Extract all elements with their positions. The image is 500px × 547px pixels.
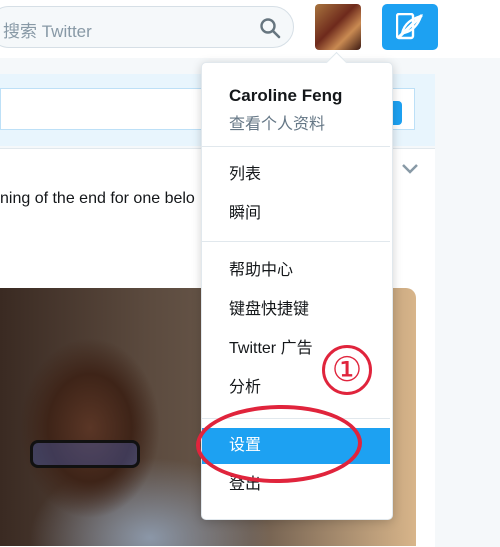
menu-item-help-center[interactable]: 帮助中心 [202, 253, 390, 289]
chevron-down-icon[interactable] [400, 162, 420, 176]
annotation-step-number: ① [322, 345, 372, 395]
photo-glasses-detail [30, 440, 140, 468]
menu-divider [202, 146, 390, 147]
menu-item-moments[interactable]: 瞬间 [202, 196, 390, 232]
profile-name[interactable]: Caroline Feng [229, 86, 342, 106]
view-profile-link[interactable]: 查看个人资料 [229, 110, 325, 134]
tweet-text: ning of the end for one belo [0, 190, 195, 207]
menu-divider [202, 241, 390, 242]
compose-tweet-button[interactable] [382, 4, 438, 50]
search-icon[interactable] [259, 17, 281, 39]
menu-item-lists[interactable]: 列表 [202, 157, 390, 193]
search-box[interactable]: 搜索 Twitter [0, 6, 294, 48]
menu-item-keyboard-shortcuts[interactable]: 键盘快捷键 [202, 292, 390, 328]
quill-icon [396, 13, 423, 40]
search-input[interactable]: 搜索 Twitter [3, 17, 92, 42]
avatar[interactable] [315, 4, 361, 50]
